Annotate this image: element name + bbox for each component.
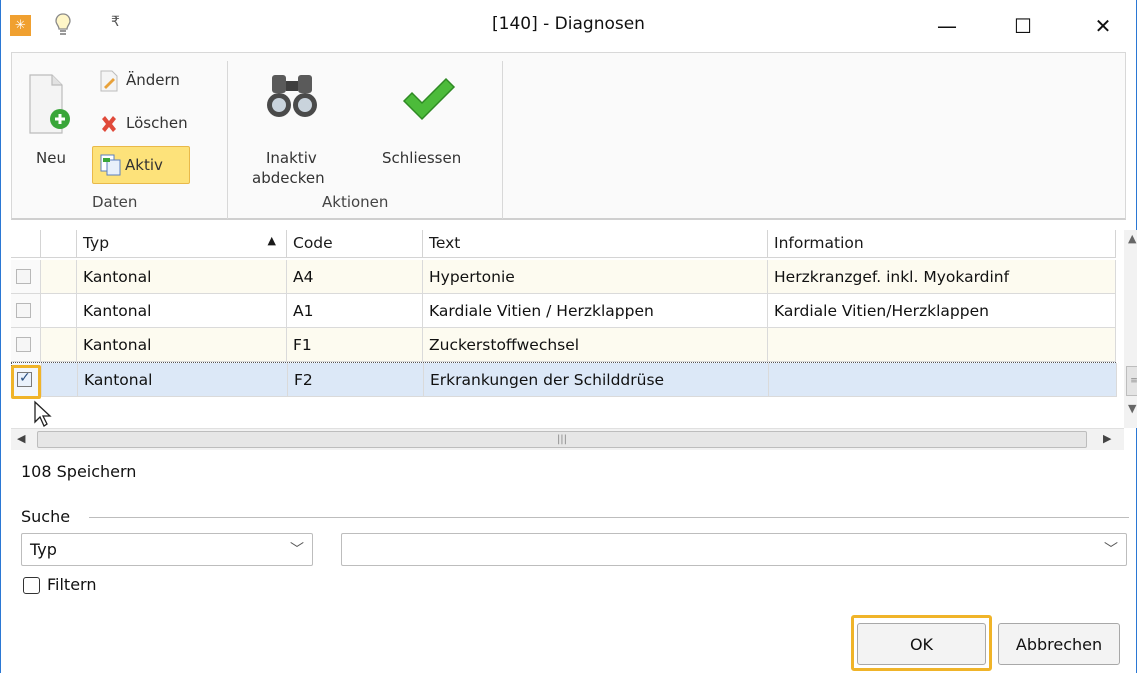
minimize-button[interactable]: — — [919, 0, 975, 52]
filter-label: Filtern — [47, 575, 97, 594]
aendern-button[interactable]: Ändern — [96, 69, 206, 95]
scroll-right-icon[interactable]: ▶ — [1103, 432, 1111, 445]
inaktiv-line2: abdecken — [252, 169, 325, 187]
checkbox-highlight-frame — [11, 365, 41, 399]
table-row-selected[interactable]: Kantonal F2 Erkrankungen der Schilddrüse — [11, 362, 1117, 397]
scroll-down-icon[interactable]: ▼ — [1128, 402, 1136, 415]
edit-document-icon — [100, 70, 118, 92]
aendern-label: Ändern — [126, 71, 180, 89]
title-bar: ✳ ₹ [140] - Diagnosen — ☐ ✕ — [1, 0, 1136, 52]
vertical-scrollbar[interactable]: ▲ ≡ ▼ — [1124, 230, 1137, 428]
aktiv-toggle-button[interactable]: Aktiv — [92, 146, 190, 184]
scroll-thumb[interactable]: ≡ — [1126, 366, 1137, 396]
row-checkbox[interactable] — [16, 303, 31, 318]
table-row[interactable]: Kantonal A4 Hypertonie Herzkranzgef. ink… — [11, 260, 1116, 294]
row-checkbox-cell[interactable] — [11, 260, 41, 294]
cell-information — [769, 363, 1117, 397]
close-button[interactable]: ✕ — [1075, 0, 1131, 52]
column-header-information[interactable]: Information — [768, 230, 1116, 258]
neu-button[interactable]: Neu — [18, 65, 74, 175]
row-checkbox[interactable] — [16, 269, 31, 284]
inaktiv-line1: Inaktiv — [266, 149, 317, 167]
neu-label: Neu — [36, 149, 66, 167]
record-count: 108 Speichern — [21, 462, 137, 481]
row-indicator-cell — [41, 294, 77, 328]
cell-text: Hypertonie — [423, 260, 768, 294]
cell-information — [768, 328, 1116, 362]
copy-documents-icon — [100, 154, 121, 176]
row-checkbox-cell[interactable] — [11, 294, 41, 328]
inaktiv-abdecken-button[interactable]: Inaktiv abdecken — [240, 65, 344, 187]
scroll-left-icon[interactable]: ◀ — [17, 432, 25, 445]
row-checkbox[interactable] — [16, 337, 31, 352]
aktiv-label: Aktiv — [125, 156, 163, 174]
new-document-icon — [29, 74, 70, 134]
search-section-divider — [89, 517, 1129, 518]
delete-x-icon — [102, 116, 116, 132]
cancel-button[interactable]: Abbrechen — [998, 623, 1120, 665]
cell-text: Zuckerstoffwechsel — [423, 328, 768, 362]
schliessen-label: Schliessen — [382, 149, 462, 167]
cell-typ: Kantonal — [77, 294, 287, 328]
chevron-down-icon: ﹀ — [1104, 542, 1118, 558]
row-indicator-cell — [41, 328, 77, 362]
group-label-daten: Daten — [92, 193, 138, 211]
checkmark-icon — [402, 77, 456, 121]
column-typ-label: Typ — [83, 234, 110, 252]
loeschen-button[interactable]: Löschen — [96, 111, 216, 137]
search-field-value: Typ — [30, 540, 57, 559]
cell-text: Erkrankungen der Schilddrüse — [424, 363, 769, 397]
search-value-select[interactable]: ﹀ — [341, 533, 1127, 566]
ribbon: Neu Ändern Löschen Aktiv Daten Inaktiv a… — [11, 52, 1126, 220]
schliessen-button[interactable]: Schliessen — [374, 65, 484, 175]
table-row[interactable]: Kantonal A1 Kardiale Vitien / Herzklappe… — [11, 294, 1116, 328]
cell-information: Kardiale Vitien/Herzklappen — [768, 294, 1116, 328]
search-field-select[interactable]: Typ ﹀ — [21, 533, 313, 566]
cell-code: A1 — [287, 294, 423, 328]
cell-code: F1 — [287, 328, 423, 362]
header-checkbox-col — [11, 230, 41, 258]
horizontal-scrollbar[interactable]: ◀ ||| ▶ — [11, 428, 1124, 450]
loeschen-label: Löschen — [126, 114, 188, 132]
diagnosen-window: ✳ ₹ [140] - Diagnosen — ☐ ✕ Neu Ändern L… — [0, 0, 1137, 673]
cell-code: A4 — [287, 260, 423, 294]
cell-text: Kardiale Vitien / Herzklappen — [423, 294, 768, 328]
column-header-code[interactable]: Code — [287, 230, 423, 258]
header-indicator-col — [41, 230, 77, 258]
filter-checkbox[interactable] — [23, 577, 40, 594]
search-section-label: Suche — [21, 507, 71, 526]
sort-ascending-icon: ▲ — [267, 234, 276, 247]
maximize-button[interactable]: ☐ — [995, 0, 1051, 52]
cell-code: F2 — [288, 363, 424, 397]
column-header-typ[interactable]: Typ ▲ — [77, 230, 287, 258]
binoculars-icon — [267, 75, 317, 117]
mouse-cursor-icon — [34, 400, 52, 427]
row-indicator-cell — [42, 363, 78, 397]
cell-typ: Kantonal — [77, 328, 287, 362]
diagnosen-grid: Typ ▲ Code Text Information Kantonal A4 … — [11, 230, 1137, 450]
table-row[interactable]: Kantonal F1 Zuckerstoffwechsel — [11, 328, 1116, 362]
cell-typ: Kantonal — [78, 363, 288, 397]
row-checkbox-cell[interactable] — [11, 328, 41, 362]
chevron-down-icon: ﹀ — [290, 542, 304, 558]
ribbon-separator-2 — [502, 61, 503, 219]
cell-information: Herzkranzgef. inkl. Myokardinf — [768, 260, 1116, 294]
group-label-aktionen: Aktionen — [322, 193, 389, 211]
scroll-up-icon[interactable]: ▲ — [1128, 232, 1136, 245]
hscroll-thumb[interactable]: ||| — [37, 431, 1087, 448]
ribbon-separator — [227, 61, 228, 219]
row-indicator-cell — [41, 260, 77, 294]
ok-button[interactable]: OK — [857, 623, 986, 665]
cell-typ: Kantonal — [77, 260, 287, 294]
column-header-text[interactable]: Text — [423, 230, 768, 258]
